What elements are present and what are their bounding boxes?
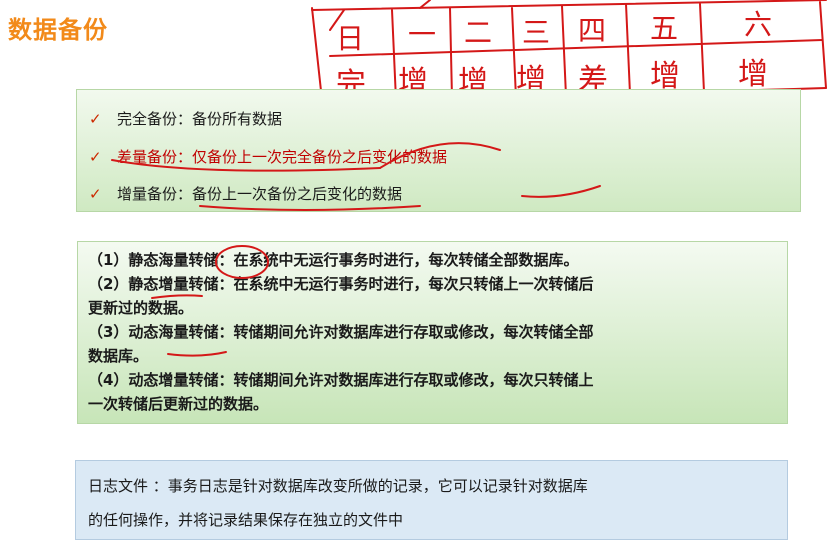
dump-line: （3）动态海量转储：转储期间允许对数据库进行存取或修改，每次转储全部 [88,323,594,341]
backup-name: 增量备份： [117,185,193,203]
checkmark-icon: ✓ [89,147,102,166]
annot-day-3: 三 [522,16,550,49]
log-line: 日志文件 ：事务日志是针对数据库改变所做的记录，它可以记录针对数据库 [88,477,588,495]
dump-line: 一次转储后更新过的数据。 [88,395,269,413]
dump-line: 更新过的数据。 [88,299,194,317]
annot-day-1: 一 [408,18,436,51]
annot-day-2: 二 [464,16,492,49]
log-file-panel: 日志文件 ：事务日志是针对数据库改变所做的记录，它可以记录针对数据库 的任何操作… [75,460,788,540]
backup-name: 完全备份： [117,110,193,128]
dump-line: （4）动态增量转储：转储期间允许对数据库进行存取或修改，每次只转储上 [88,371,594,389]
dump-line: 数据库。 [88,347,149,365]
log-line: 的任何操作，并将记录结果保存在独立的文件中 [88,511,404,529]
annot-day-5: 五 [650,12,678,45]
backup-desc: 备份所有数据 [192,110,283,128]
dump-line: （1）静态海量转储：在系统中无运行事务时进行，每次转储全部数据库。 [88,251,579,269]
annot-day-6: 六 [744,8,772,41]
backup-desc: 仅备份上一次完全备份之后变化的数据 [192,148,448,166]
checkmark-icon: ✓ [89,184,102,203]
annot-type-6: 增 [738,57,768,92]
annot-day-4: 四 [578,14,606,47]
checkmark-icon: ✓ [89,109,102,128]
backup-item-differential: ✓ 差量备份： 仅备份上一次完全备份之后变化的数据 [89,146,447,167]
backup-item-incremental: ✓ 增量备份： 备份上一次备份之后变化的数据 [89,183,402,204]
backup-item-full: ✓ 完全备份： 备份所有数据 [89,108,282,129]
backup-types-panel: ✓ 完全备份： 备份所有数据 ✓ 差量备份： 仅备份上一次完全备份之后变化的数据… [76,89,801,212]
dump-types-panel: （1）静态海量转储：在系统中无运行事务时进行，每次转储全部数据库。 （2）静态增… [77,241,788,424]
annot-day-0: 日 [336,22,364,55]
backup-desc: 备份上一次备份之后变化的数据 [192,185,403,203]
dump-line: （2）静态增量转储：在系统中无运行事务时进行，每次只转储上一次转储后 [88,275,594,293]
backup-name: 差量备份： [117,148,193,166]
